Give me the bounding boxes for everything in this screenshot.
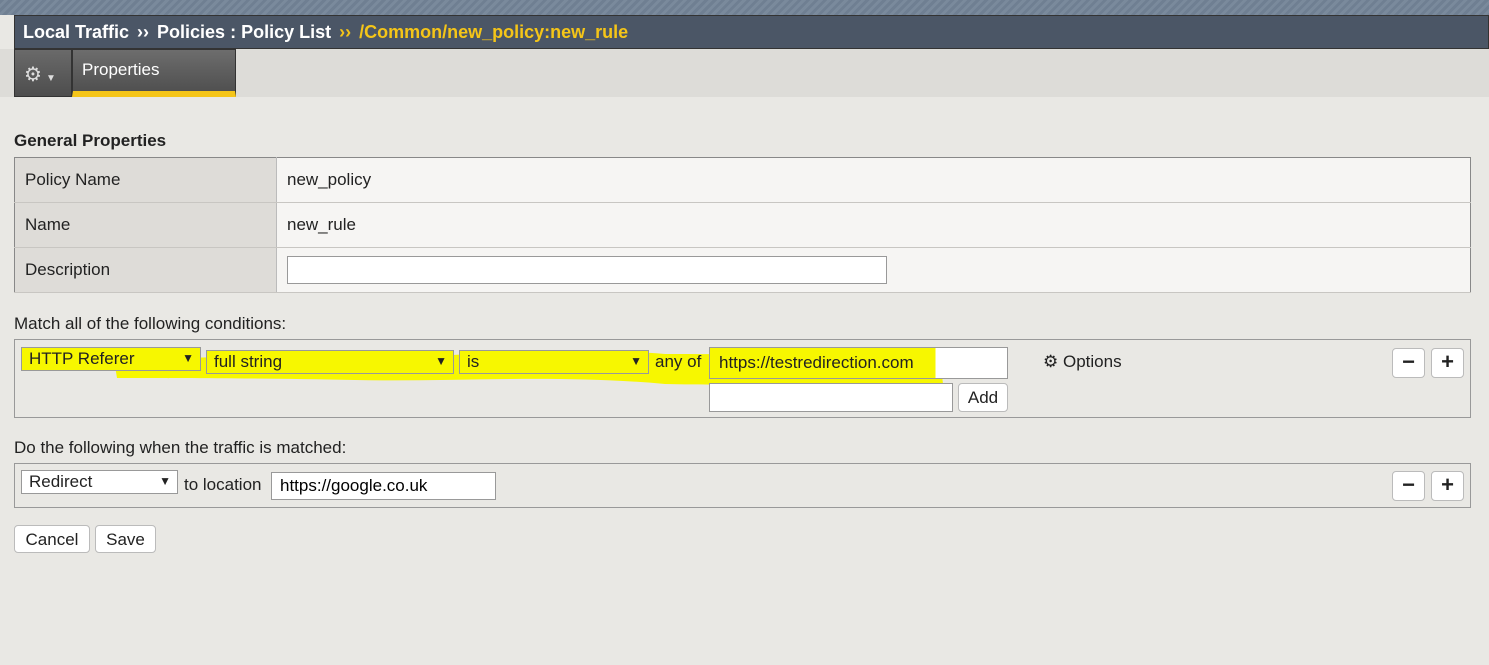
breadcrumb-sep: ›› bbox=[137, 22, 150, 42]
options-button[interactable]: ⚙ Options bbox=[1043, 352, 1122, 372]
policy-name-value: new_policy bbox=[276, 157, 1471, 203]
add-action-button[interactable]: + bbox=[1431, 471, 1464, 501]
row-label: Policy Name bbox=[14, 157, 277, 203]
remove-condition-button[interactable]: − bbox=[1392, 348, 1425, 378]
top-banner bbox=[0, 0, 1489, 15]
add-condition-button[interactable]: + bbox=[1431, 348, 1464, 378]
selector-select[interactable]: full string ▼ bbox=[206, 350, 454, 374]
row-label: Name bbox=[14, 202, 277, 248]
gear-menu-button[interactable]: ⚙ ▼ bbox=[14, 49, 72, 97]
value-list-item[interactable]: https://testredirection.com bbox=[709, 347, 1008, 379]
breadcrumb-policy-list[interactable]: Policies : Policy List bbox=[157, 22, 331, 42]
caret-down-icon: ▼ bbox=[45, 73, 56, 84]
general-properties-table: Policy Name new_policy Name new_rule Descr… bbox=[14, 157, 1471, 293]
dropdown-arrow-icon: ▼ bbox=[630, 354, 642, 368]
options-label: Options bbox=[1062, 352, 1122, 371]
rule-name-value: new_rule bbox=[276, 202, 1471, 248]
dropdown-arrow-icon: ▼ bbox=[182, 351, 194, 365]
table-row: Description bbox=[14, 247, 1471, 293]
tab-bar: ⚙ ▼ Properties bbox=[0, 49, 1489, 97]
conditions-box: HTTP Referer ▼ full string ▼ is ▼ any of ht… bbox=[14, 339, 1471, 418]
operand-value: HTTP Referer bbox=[29, 349, 135, 368]
location-input[interactable] bbox=[271, 472, 496, 500]
breadcrumb: Local Traffic ›› Policies : Policy List ›› /… bbox=[14, 15, 1489, 49]
tab-properties[interactable]: Properties bbox=[72, 49, 236, 97]
description-input[interactable] bbox=[287, 256, 887, 284]
operator-value: is bbox=[467, 352, 480, 371]
actions-label: Do the following when the traffic is mat… bbox=[14, 438, 347, 457]
any-of-label: any of bbox=[655, 352, 702, 371]
new-value-input[interactable] bbox=[709, 383, 953, 412]
dropdown-arrow-icon: ▼ bbox=[435, 354, 447, 368]
selector-value: full string bbox=[214, 352, 283, 371]
breadcrumb-local-traffic[interactable]: Local Traffic bbox=[23, 22, 129, 42]
cancel-button[interactable]: Cancel bbox=[14, 525, 90, 553]
add-button[interactable]: Add bbox=[958, 383, 1008, 412]
operand-select[interactable]: HTTP Referer ▼ bbox=[21, 347, 201, 371]
action-select[interactable]: Redirect ▼ bbox=[21, 470, 178, 494]
breadcrumb-current: /Common/new_policy:new_rule bbox=[359, 22, 629, 42]
action-value: Redirect bbox=[29, 472, 93, 491]
section-heading: General Properties bbox=[14, 131, 167, 150]
remove-action-button[interactable]: − bbox=[1392, 471, 1425, 501]
to-location-label: to location bbox=[184, 475, 262, 494]
table-row: Name new_rule bbox=[14, 202, 1471, 248]
gear-icon: ⚙ bbox=[24, 64, 42, 86]
operator-select[interactable]: is ▼ bbox=[459, 350, 649, 374]
gear-icon: ⚙ bbox=[1043, 352, 1059, 371]
conditions-label: Match all of the following conditions: bbox=[14, 314, 287, 333]
table-row: Policy Name new_policy bbox=[14, 157, 1471, 203]
actions-box: Redirect ▼ to location − + bbox=[14, 463, 1471, 508]
save-button[interactable]: Save bbox=[95, 525, 156, 553]
dropdown-arrow-icon: ▼ bbox=[159, 474, 171, 488]
breadcrumb-sep: ›› bbox=[339, 22, 352, 42]
row-label: Description bbox=[14, 247, 277, 293]
